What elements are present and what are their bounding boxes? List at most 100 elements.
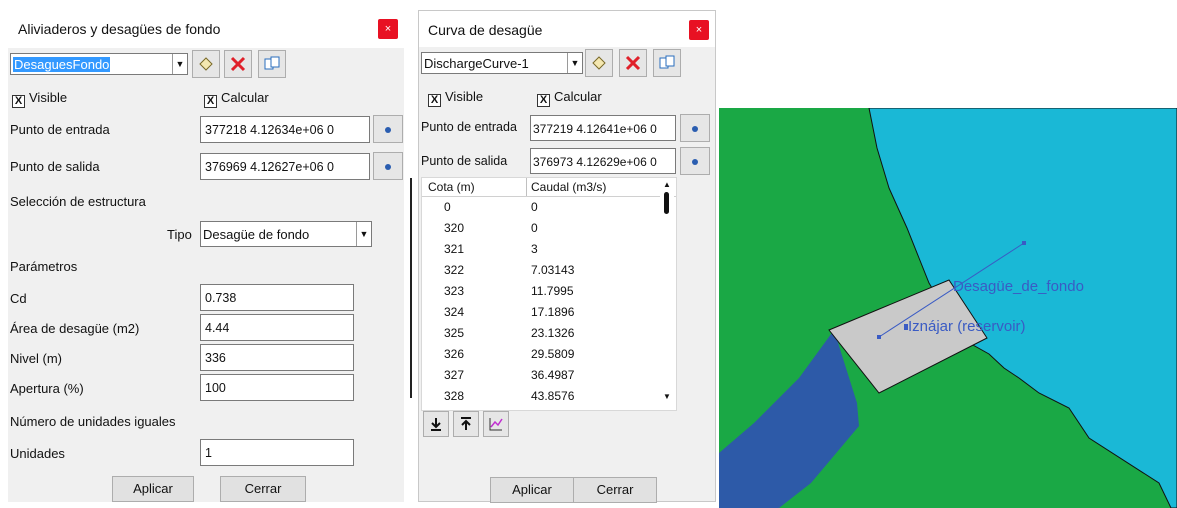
tipo-label: Tipo [167, 227, 192, 242]
import-icon[interactable] [423, 411, 449, 437]
curve-selector-value: DischargeCurve-1 [424, 56, 529, 71]
table-row[interactable]: 327 36.4987 [422, 366, 658, 386]
area-label: Área de desagüe (m2) [10, 321, 140, 336]
entrada-value: 377218 4.12634e+06 0 [205, 123, 334, 137]
table-row[interactable]: 326 29.5809 [422, 345, 658, 365]
caudal-cell[interactable]: 0 [531, 221, 538, 235]
caudal-cell[interactable]: 11.7995 [531, 284, 574, 298]
tipo-select[interactable]: Desagüe de fondo ▼ [200, 221, 372, 247]
cota-cell[interactable]: 328 [444, 389, 464, 403]
table-row[interactable]: 324 17.1896 [422, 303, 658, 323]
structure-selector[interactable]: DesaguesFondo ▼ [10, 53, 188, 75]
curve-entrada-value: 377219 4.12641e+06 0 [533, 122, 657, 136]
curve-calcular-check-mark: X [537, 94, 550, 107]
pick-salida-icon[interactable] [680, 147, 710, 175]
apply-button[interactable]: Aplicar [112, 476, 194, 502]
pick-salida-icon[interactable] [373, 152, 403, 180]
delete-icon[interactable] [224, 50, 252, 78]
calcular-checkbox[interactable]: X Calcular [204, 90, 269, 108]
pick-entrada-icon[interactable] [680, 114, 710, 142]
caudal-cell[interactable]: 36.4987 [531, 368, 574, 382]
copy-icon[interactable] [653, 49, 681, 77]
table-row[interactable]: 320 0 [422, 219, 658, 239]
window-divider [410, 178, 412, 398]
salida-label: Punto de salida [10, 159, 100, 174]
map-canvas[interactable]: Desagüe_de_fondo Iznájar (reservoir) [719, 108, 1177, 508]
apertura-field[interactable]: 100 [200, 374, 354, 401]
new-item-icon[interactable] [192, 50, 220, 78]
curve-apply-button[interactable]: Aplicar [490, 477, 574, 503]
caudal-cell[interactable]: 7.03143 [531, 263, 574, 277]
delete-icon[interactable] [619, 49, 647, 77]
seleccion-label: Selección de estructura [10, 194, 146, 209]
curve-entrada-field[interactable]: 377219 4.12641e+06 0 [530, 115, 676, 141]
map-view[interactable]: Desagüe_de_fondo Iznájar (reservoir) [719, 108, 1177, 508]
cd-field[interactable]: 0.738 [200, 284, 354, 311]
cota-cell[interactable]: 326 [444, 347, 464, 361]
pick-entrada-icon[interactable] [373, 115, 403, 143]
cota-cell[interactable]: 327 [444, 368, 464, 382]
table-row[interactable]: 328 43.8576 [422, 387, 658, 407]
cota-cell[interactable]: 322 [444, 263, 464, 277]
caudal-cell[interactable]: 17.1896 [531, 305, 574, 319]
discharge-table[interactable]: Cota (m) Caudal (m3/s) 0 0 320 0 321 3 322 7.03… [421, 177, 677, 411]
curve-salida-field[interactable]: 376973 4.12629e+06 0 [530, 148, 676, 174]
table-row[interactable]: 322 7.03143 [422, 261, 658, 281]
caudal-cell[interactable]: 23.1326 [531, 326, 574, 340]
caudal-cell[interactable]: 29.5809 [531, 347, 574, 361]
curve-close-button[interactable]: Cerrar [573, 477, 657, 503]
right-dialog: Curva de desagüe × DischargeCurve-1 ▼ XV… [418, 10, 716, 503]
calcular-check-mark: X [204, 95, 217, 108]
copy-icon[interactable] [258, 50, 286, 78]
apertura-label: Apertura (%) [10, 381, 84, 396]
curve-selector[interactable]: DischargeCurve-1 ▼ [421, 52, 583, 74]
scroll-thumb[interactable] [664, 192, 669, 214]
chevron-down-icon[interactable]: ▼ [356, 222, 371, 246]
left-dialog-title: Aliviaderos y desagües de fondo [18, 21, 221, 37]
caudal-cell[interactable]: 3 [531, 242, 538, 256]
left-dialog-close-icon[interactable]: × [378, 19, 398, 39]
curve-visible-checkbox[interactable]: X Visible [428, 89, 483, 107]
cota-cell[interactable]: 325 [444, 326, 464, 340]
left-dialog-titlebar: Aliviaderos y desagües de fondo × [8, 10, 404, 48]
curve-calcular-checkbox[interactable]: X Calcular [537, 89, 602, 107]
cota-cell[interactable]: 323 [444, 284, 464, 298]
entrada-field[interactable]: 377218 4.12634e+06 0 [200, 116, 370, 143]
cota-cell[interactable]: 0 [444, 200, 451, 214]
calcular-label: Calcular [221, 90, 269, 105]
caudal-cell[interactable]: 43.8576 [531, 389, 574, 403]
tipo-value: Desagüe de fondo [203, 227, 310, 242]
chevron-down-icon[interactable]: ▼ [567, 53, 582, 73]
table-scrollbar[interactable]: ▲ ▼ [660, 178, 674, 408]
table-row[interactable]: 325 23.1326 [422, 324, 658, 344]
export-icon[interactable] [453, 411, 479, 437]
table-row[interactable]: 00 [422, 198, 658, 218]
visible-checkbox[interactable]: X Visible [12, 90, 67, 108]
table-row[interactable]: 321 3 [422, 240, 658, 260]
structure-selector-value: DesaguesFondo [13, 57, 111, 72]
area-field[interactable]: 4.44 [200, 314, 354, 341]
chevron-down-icon[interactable]: ▼ [172, 54, 187, 74]
right-dialog-close-icon[interactable]: × [689, 20, 709, 40]
structure-start-node [877, 335, 881, 339]
scroll-down-icon[interactable]: ▼ [663, 392, 671, 401]
header-caudal[interactable]: Caudal (m3/s) [531, 180, 606, 194]
header-cota[interactable]: Cota (m) [428, 180, 475, 194]
visible-label: Visible [29, 90, 68, 105]
cota-cell[interactable]: 320 [444, 221, 464, 235]
entrada-label: Punto de entrada [10, 122, 110, 137]
new-item-icon[interactable] [585, 49, 613, 77]
chart-icon[interactable] [483, 411, 509, 437]
unidades-field[interactable]: 1 [200, 439, 354, 466]
table-row[interactable]: 323 11.7995 [422, 282, 658, 302]
close-button[interactable]: Cerrar [220, 476, 306, 502]
nivel-field[interactable]: 336 [200, 344, 354, 371]
scroll-up-icon[interactable]: ▲ [663, 180, 671, 189]
nivel-label: Nivel (m) [10, 351, 62, 366]
cota-cell[interactable]: 324 [444, 305, 464, 319]
unidades-header: Número de unidades iguales [10, 414, 176, 429]
salida-field[interactable]: 376969 4.12627e+06 0 [200, 153, 370, 180]
right-dialog-titlebar: Curva de desagüe × [419, 11, 715, 47]
caudal-cell[interactable]: 0 [531, 200, 538, 214]
cota-cell[interactable]: 321 [444, 242, 464, 256]
